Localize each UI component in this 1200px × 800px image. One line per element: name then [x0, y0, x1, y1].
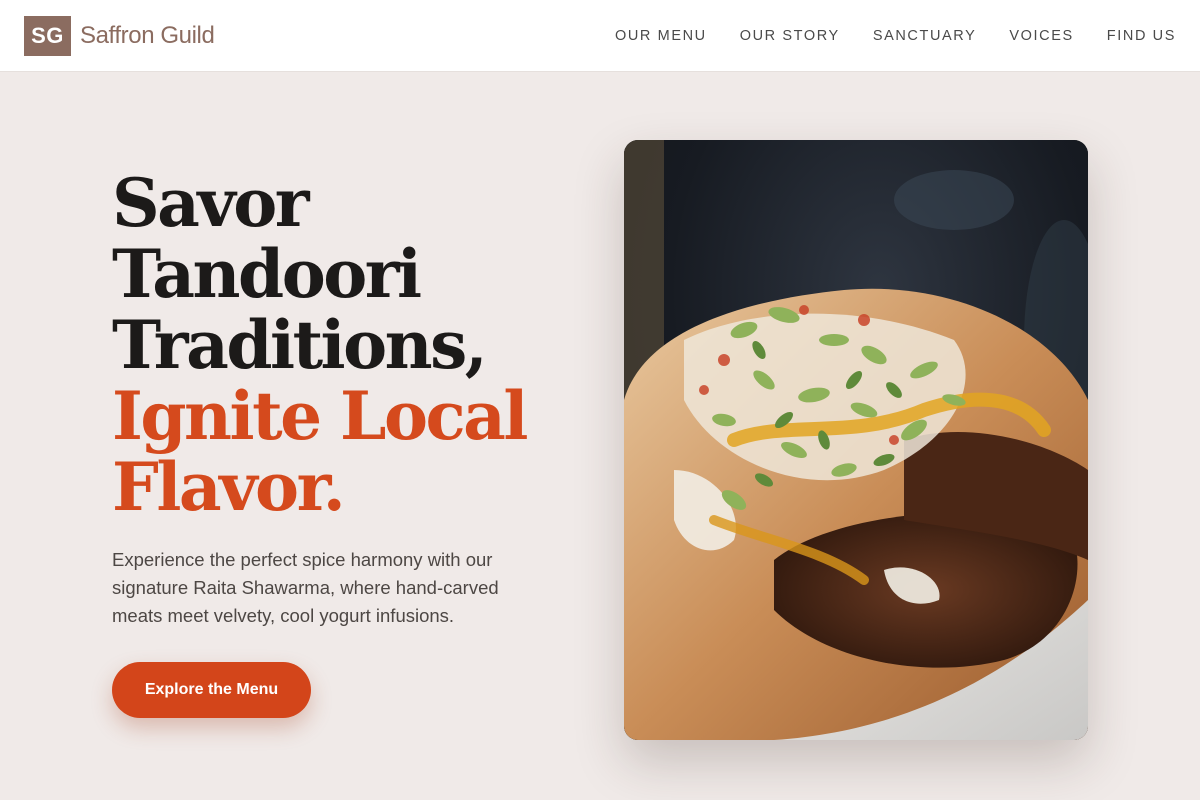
hero-title-line: Traditions,	[112, 306, 488, 384]
main-nav: OUR MENU OUR STORY SANCTUARY VOICES FIND…	[615, 28, 1176, 44]
brand-name: Saffron Guild	[80, 21, 215, 49]
site-header: SG Saffron Guild OUR MENU OUR STORY SANC…	[0, 0, 1200, 72]
hero-title-accent-line: Flavor.	[112, 448, 346, 526]
hero-subtitle: Experience the perfect spice harmony wit…	[112, 549, 499, 626]
hero-title-line: Tandoori	[112, 235, 422, 313]
hero-title: Savor Tandoori Traditions, Ignite Local …	[112, 168, 592, 523]
nav-link-our-story[interactable]: OUR STORY	[740, 28, 840, 44]
nav-link-our-menu[interactable]: OUR MENU	[615, 28, 707, 44]
nav-link-voices[interactable]: VOICES	[1009, 28, 1073, 44]
hero-title-line: Savor	[112, 164, 310, 242]
explore-menu-button[interactable]: Explore the Menu	[112, 662, 311, 718]
nav-link-sanctuary[interactable]: SANCTUARY	[873, 28, 977, 44]
hero-food-image	[624, 140, 1088, 740]
brand-monogram: SG	[24, 15, 71, 56]
shawarma-illustration	[624, 140, 1088, 740]
hero-title-accent-line: Ignite Local	[112, 377, 529, 455]
nav-link-find-us[interactable]: FIND US	[1107, 28, 1176, 44]
brand-logo-link[interactable]: SG Saffron Guild	[24, 15, 215, 56]
